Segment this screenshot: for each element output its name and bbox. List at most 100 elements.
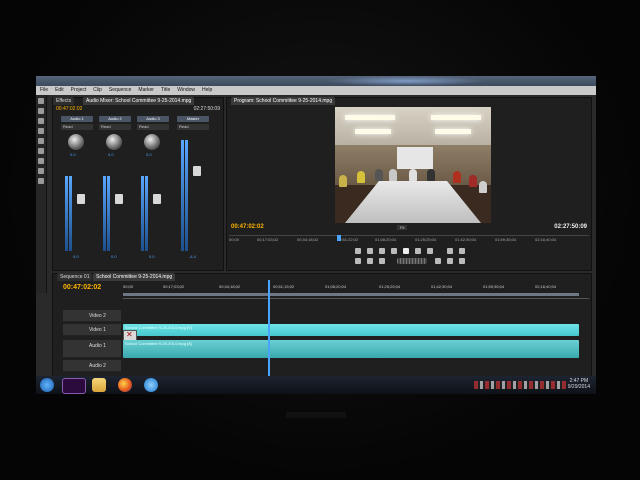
razor-tool-icon[interactable] <box>38 138 44 144</box>
pan-knob[interactable] <box>68 134 84 150</box>
system-tray-icons[interactable] <box>474 381 566 389</box>
work-area-bar[interactable] <box>123 293 579 296</box>
mixer-channel-audio-1: Audio 1 Read 0.0 0.0 <box>61 116 95 266</box>
ruler-label: 01;08;20;04 <box>375 237 397 242</box>
extract-icon[interactable] <box>459 248 465 254</box>
tab-effects[interactable]: Effects <box>53 97 75 105</box>
channel-name: Master <box>177 116 209 122</box>
taskbar: 2:47 PM 9/29/2014 <box>36 376 596 394</box>
jog-shuttle[interactable] <box>397 258 427 264</box>
lift-icon[interactable] <box>447 248 453 254</box>
set-in-icon[interactable] <box>355 248 361 254</box>
volume-fader[interactable] <box>115 194 123 204</box>
multi-camera-icon[interactable] <box>459 258 465 264</box>
mixer-timecode: 00:47:02:02 <box>56 106 83 112</box>
automation-mode-select[interactable]: Read <box>177 124 209 130</box>
firefox-icon[interactable] <box>118 378 132 392</box>
audio-clip[interactable]: School Committee 9-25-2014.mpg [A] <box>123 340 579 358</box>
track-header[interactable]: Audio 1 <box>63 340 121 358</box>
menu-help[interactable]: Help <box>202 87 212 93</box>
fader-value: 0.0 <box>73 254 79 259</box>
program-video-frame <box>335 107 491 223</box>
menu-project[interactable]: Project <box>71 87 87 93</box>
timeline-playhead[interactable] <box>268 280 270 380</box>
audio-mixer-panel: Effects Audio Mixer: School Committee 9-… <box>52 97 224 271</box>
menu-marker[interactable]: Marker <box>138 87 154 93</box>
track-video-1: Video 1 School Committee 9-25-2014.mpg [… <box>63 324 589 342</box>
mixer-channel-master: Master Read -4.4 <box>177 116 211 266</box>
level-meter <box>141 176 144 251</box>
timeline-time-ruler[interactable]: 00;00 00;17;03;02 00;34;18;02 00;51;15;0… <box>123 284 589 299</box>
volume-fader[interactable] <box>77 194 85 204</box>
ruler-label: 01;25;25;04 <box>415 237 437 242</box>
automation-mode-select[interactable]: Read <box>61 124 93 130</box>
loop-icon[interactable] <box>355 258 361 264</box>
trim-monitor-icon[interactable] <box>447 258 453 264</box>
go-to-in-icon[interactable] <box>379 248 385 254</box>
selection-tool-icon[interactable] <box>38 98 44 104</box>
tab-sequence-01[interactable]: Sequence 01 <box>57 273 93 281</box>
track-video-2: Video 2 <box>63 310 589 322</box>
clock-date: 9/29/2014 <box>567 384 590 390</box>
automation-mode-select[interactable]: Read <box>99 124 131 130</box>
track-audio-1: Audio 1 School Committee 9-25-2014.mpg [… <box>63 340 589 358</box>
track-header[interactable]: Video 1 <box>63 324 121 336</box>
file-explorer-icon[interactable] <box>92 378 106 392</box>
clock[interactable]: 2:47 PM 9/29/2014 <box>568 378 590 390</box>
video-clip[interactable]: School Committee 9-25-2014.mpg [V] <box>123 324 579 336</box>
transport-controls <box>347 246 475 268</box>
menu-clip[interactable]: Clip <box>93 87 102 93</box>
menu-window[interactable]: Window <box>177 87 195 93</box>
slip-tool-icon[interactable] <box>38 148 44 154</box>
ruler-label: 00;34;18;02 <box>219 284 241 289</box>
pen-tool-icon[interactable] <box>38 158 44 164</box>
pan-value: 0.0 <box>70 152 76 157</box>
step-forward-icon[interactable] <box>415 248 421 254</box>
menu-sequence[interactable]: Sequence <box>109 87 132 93</box>
track-select-tool-icon[interactable] <box>38 108 44 114</box>
safe-margins-icon[interactable] <box>367 258 373 264</box>
play-icon[interactable] <box>403 248 409 254</box>
tab-audio-mixer[interactable]: Audio Mixer: School Committee 9-25-2014.… <box>83 97 195 105</box>
rolling-edit-tool-icon[interactable] <box>38 128 44 134</box>
track-header[interactable]: Audio 2 <box>63 360 121 372</box>
ruler-label: 00;17;03;02 <box>257 237 279 242</box>
program-current-timecode[interactable]: 00:47:02:02 <box>231 224 264 230</box>
volume-fader[interactable] <box>193 166 201 176</box>
export-frame-icon[interactable] <box>435 258 441 264</box>
level-meter <box>65 176 68 251</box>
zoom-tool-icon[interactable] <box>38 178 44 184</box>
internet-explorer-icon[interactable] <box>144 378 158 392</box>
hand-tool-icon[interactable] <box>38 168 44 174</box>
step-back-icon[interactable] <box>391 248 397 254</box>
ruler-label: 01;42;30;04 <box>431 284 453 289</box>
menu-edit[interactable]: Edit <box>55 87 64 93</box>
zoom-fit-select[interactable]: Fit <box>397 225 408 230</box>
automation-mode-select[interactable]: Read <box>137 124 169 130</box>
mixer-channel-audio-2: Audio 2 Read 0.0 0.0 <box>99 116 133 266</box>
premiere-pro-icon[interactable] <box>62 378 86 394</box>
program-playhead[interactable] <box>337 235 341 241</box>
menu-bar: File Edit Project Clip Sequence Marker Title Wi… <box>36 86 596 95</box>
menu-title[interactable]: Title <box>161 87 170 93</box>
set-out-icon[interactable] <box>367 248 373 254</box>
pan-value: 0.0 <box>108 152 114 157</box>
track-header[interactable]: Video 2 <box>63 310 121 322</box>
ripple-edit-tool-icon[interactable] <box>38 118 44 124</box>
output-icon[interactable] <box>379 258 385 264</box>
pan-knob[interactable] <box>106 134 122 150</box>
menu-file[interactable]: File <box>40 87 48 93</box>
tab-school-committee[interactable]: School Committee 9-25-2014.mpg <box>93 273 176 281</box>
fader-value: 0.0 <box>111 254 117 259</box>
ruler-label: 01;25;25;04 <box>379 284 401 289</box>
pan-knob[interactable] <box>144 134 160 150</box>
go-to-out-icon[interactable] <box>427 248 433 254</box>
program-time-ruler[interactable]: 00;00 00;17;03;02 00;34;18;02 00;51;22;0… <box>229 235 589 244</box>
level-meter <box>145 176 148 251</box>
volume-fader[interactable] <box>153 194 161 204</box>
start-button-icon[interactable] <box>40 378 54 392</box>
mixer-channel-audio-3: Audio 3 Read 0.0 0.0 <box>137 116 171 266</box>
channel-name: Audio 2 <box>99 116 131 122</box>
tab-program[interactable]: Program: School Committee 9-25-2014.mpg <box>231 97 336 105</box>
timeline-timecode[interactable]: 00:47:02:02 <box>63 284 101 291</box>
